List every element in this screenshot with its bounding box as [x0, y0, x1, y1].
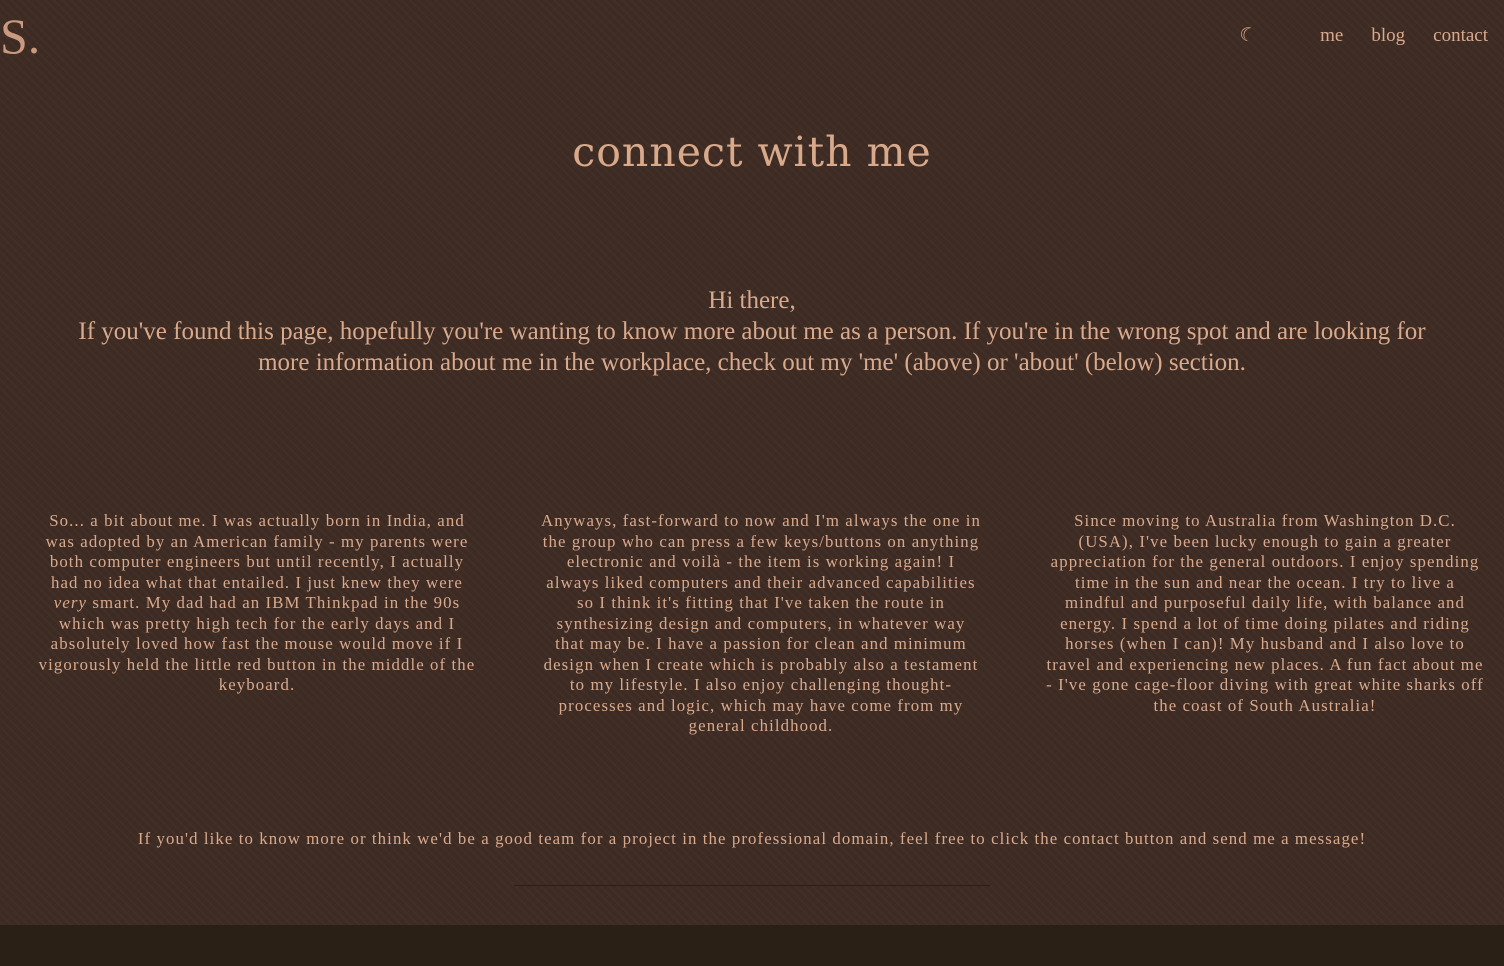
about-column-1-text-b: smart. My dad had an IBM Thinkpad in the… — [38, 593, 476, 694]
site-footer — [0, 925, 1504, 966]
site-header: S. ☾ me blog contact — [0, 0, 1504, 80]
about-column-3: Since moving to Australia from Washingto… — [1046, 511, 1484, 715]
intro-body: If you've found this page, hopefully you… — [78, 318, 1426, 376]
about-column-1: So... a bit about me. I was actually bor… — [37, 511, 477, 696]
about-column-1-emphasis: very — [53, 593, 88, 612]
nav-link-contact[interactable]: contact — [1433, 25, 1488, 47]
nav-link-me[interactable]: me — [1320, 25, 1343, 47]
nav-link-blog[interactable]: blog — [1371, 25, 1405, 47]
about-column-2: Anyways, fast-forward to now and I'm alw… — [541, 511, 981, 735]
dark-mode-toggle-icon[interactable]: ☾ — [1236, 22, 1259, 49]
site-logo[interactable]: S. — [0, 6, 40, 66]
section-divider — [514, 885, 990, 886]
intro-greeting: Hi there, — [708, 287, 796, 314]
about-column-1-text-a: So... a bit about me. I was actually bor… — [45, 511, 469, 592]
intro-text: Hi there, If you've found this page, hop… — [60, 285, 1444, 378]
outro-text: If you'd like to know more or think we'd… — [137, 829, 1367, 848]
page-title: connect with me — [572, 128, 932, 176]
main-nav: ☾ me blog contact — [1236, 22, 1488, 49]
